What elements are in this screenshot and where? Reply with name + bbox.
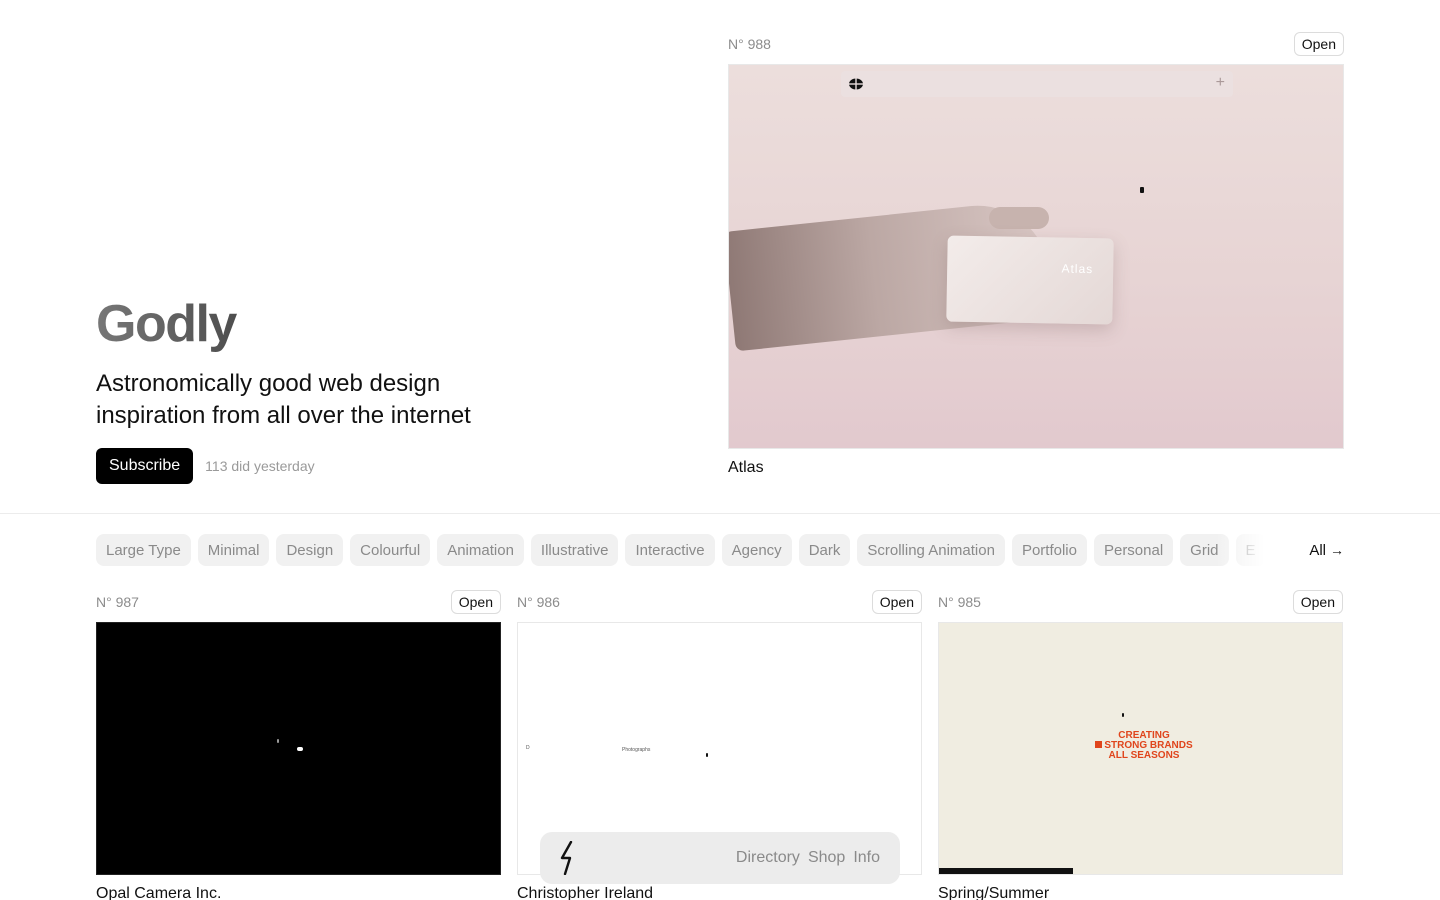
- site-preview[interactable]: + Atlas: [728, 64, 1344, 449]
- filter-chip[interactable]: Personal: [1093, 534, 1174, 566]
- hero: Godly Astronomically good web design ins…: [96, 296, 616, 484]
- site-title[interactable]: Godly: [96, 296, 616, 352]
- filter-chip[interactable]: Scrolling Animation: [857, 534, 1005, 566]
- card-header: N° 988 Open: [728, 31, 1344, 57]
- filter-chip[interactable]: Design: [276, 534, 344, 566]
- site-number: N° 985: [938, 594, 981, 610]
- open-site-button[interactable]: Open: [1292, 590, 1343, 614]
- site-number: N° 986: [517, 594, 560, 610]
- nav-link-info[interactable]: Info: [853, 849, 880, 867]
- preview-status-strip: [939, 868, 1073, 874]
- subscribe-button[interactable]: Subscribe: [96, 448, 194, 484]
- subscribe-count: 113 did yesterday: [205, 458, 315, 474]
- site-title-link[interactable]: Spring/Summer: [938, 885, 1343, 900]
- all-categories-link[interactable]: All →: [1300, 534, 1344, 566]
- preview-browser-bar: +: [841, 71, 1233, 97]
- filter-chip[interactable]: Animation: [437, 534, 524, 566]
- site-card: N° 987 Open Opal Camera Inc.: [96, 589, 501, 900]
- lightning-logo-icon[interactable]: [558, 841, 578, 875]
- plus-icon: +: [1215, 74, 1225, 91]
- nav-links: Directory Shop Info: [736, 849, 880, 867]
- site-tagline: Astronomically good web design inspirati…: [96, 370, 471, 429]
- square-mark-icon: [1095, 741, 1103, 748]
- open-site-button[interactable]: Open: [1293, 32, 1344, 56]
- bottom-nav: Directory Shop Info: [540, 832, 900, 884]
- card-header: N° 986 Open: [517, 589, 922, 615]
- subscribe-row: Subscribe 113 did yesterday: [96, 448, 616, 484]
- section-divider: [0, 513, 1440, 514]
- site-title-link[interactable]: Opal Camera Inc.: [96, 885, 501, 900]
- filter-chip[interactable]: Agency: [721, 534, 792, 566]
- filter-chip[interactable]: E: [1235, 534, 1266, 566]
- site-card: N° 985 Open CREATING STRONG BRANDS ALL S…: [938, 589, 1343, 900]
- card-image: Atlas: [946, 235, 1114, 325]
- preview-headline: CREATING STRONG BRANDS ALL SEASONS: [1089, 731, 1199, 761]
- site-preview[interactable]: CREATING STRONG BRANDS ALL SEASONS: [938, 622, 1343, 875]
- featured-site-card: N° 988 Open + Atlas Atlas: [728, 31, 1344, 477]
- site-preview[interactable]: [96, 622, 501, 875]
- atlas-logo-icon: [849, 78, 863, 90]
- cursor-icon: [1140, 187, 1144, 193]
- card-header: N° 987 Open: [96, 589, 501, 615]
- card-brand-text: Atlas: [1061, 261, 1094, 277]
- preview-text: D: [526, 745, 530, 751]
- light-dot: [297, 747, 303, 751]
- site-title-link[interactable]: Atlas: [728, 459, 1344, 477]
- filter-chip[interactable]: Illustrative: [530, 534, 619, 566]
- filter-chip[interactable]: Grid: [1180, 534, 1229, 566]
- headline-line: ALL SEASONS: [1108, 750, 1180, 761]
- arrow-right-icon: →: [1330, 542, 1344, 558]
- nav-link-directory[interactable]: Directory: [736, 849, 800, 867]
- nav-link-shop[interactable]: Shop: [808, 849, 845, 867]
- site-number: N° 987: [96, 594, 139, 610]
- preview-text: Photographs: [622, 747, 651, 753]
- filter-chip[interactable]: Interactive: [625, 534, 715, 566]
- filter-chip[interactable]: Large Type: [96, 534, 191, 566]
- cursor-icon: [1122, 713, 1124, 717]
- finger-image: [989, 207, 1049, 229]
- category-filters: Large Type Minimal Design Colourful Anim…: [96, 534, 1276, 566]
- filter-chip[interactable]: Colourful: [350, 534, 431, 566]
- site-number: N° 988: [728, 36, 771, 52]
- card-header: N° 985 Open: [938, 589, 1343, 615]
- filter-chip[interactable]: Minimal: [197, 534, 270, 566]
- page: Godly Astronomically good web design ins…: [0, 0, 1440, 900]
- filter-chip[interactable]: Dark: [798, 534, 851, 566]
- open-site-button[interactable]: Open: [450, 590, 501, 614]
- all-label: All: [1309, 541, 1326, 559]
- filter-chip[interactable]: Portfolio: [1011, 534, 1087, 566]
- cursor-icon: [277, 739, 279, 743]
- site-title-link[interactable]: Christopher Ireland: [517, 885, 922, 900]
- cursor-icon: [706, 753, 708, 757]
- open-site-button[interactable]: Open: [871, 590, 922, 614]
